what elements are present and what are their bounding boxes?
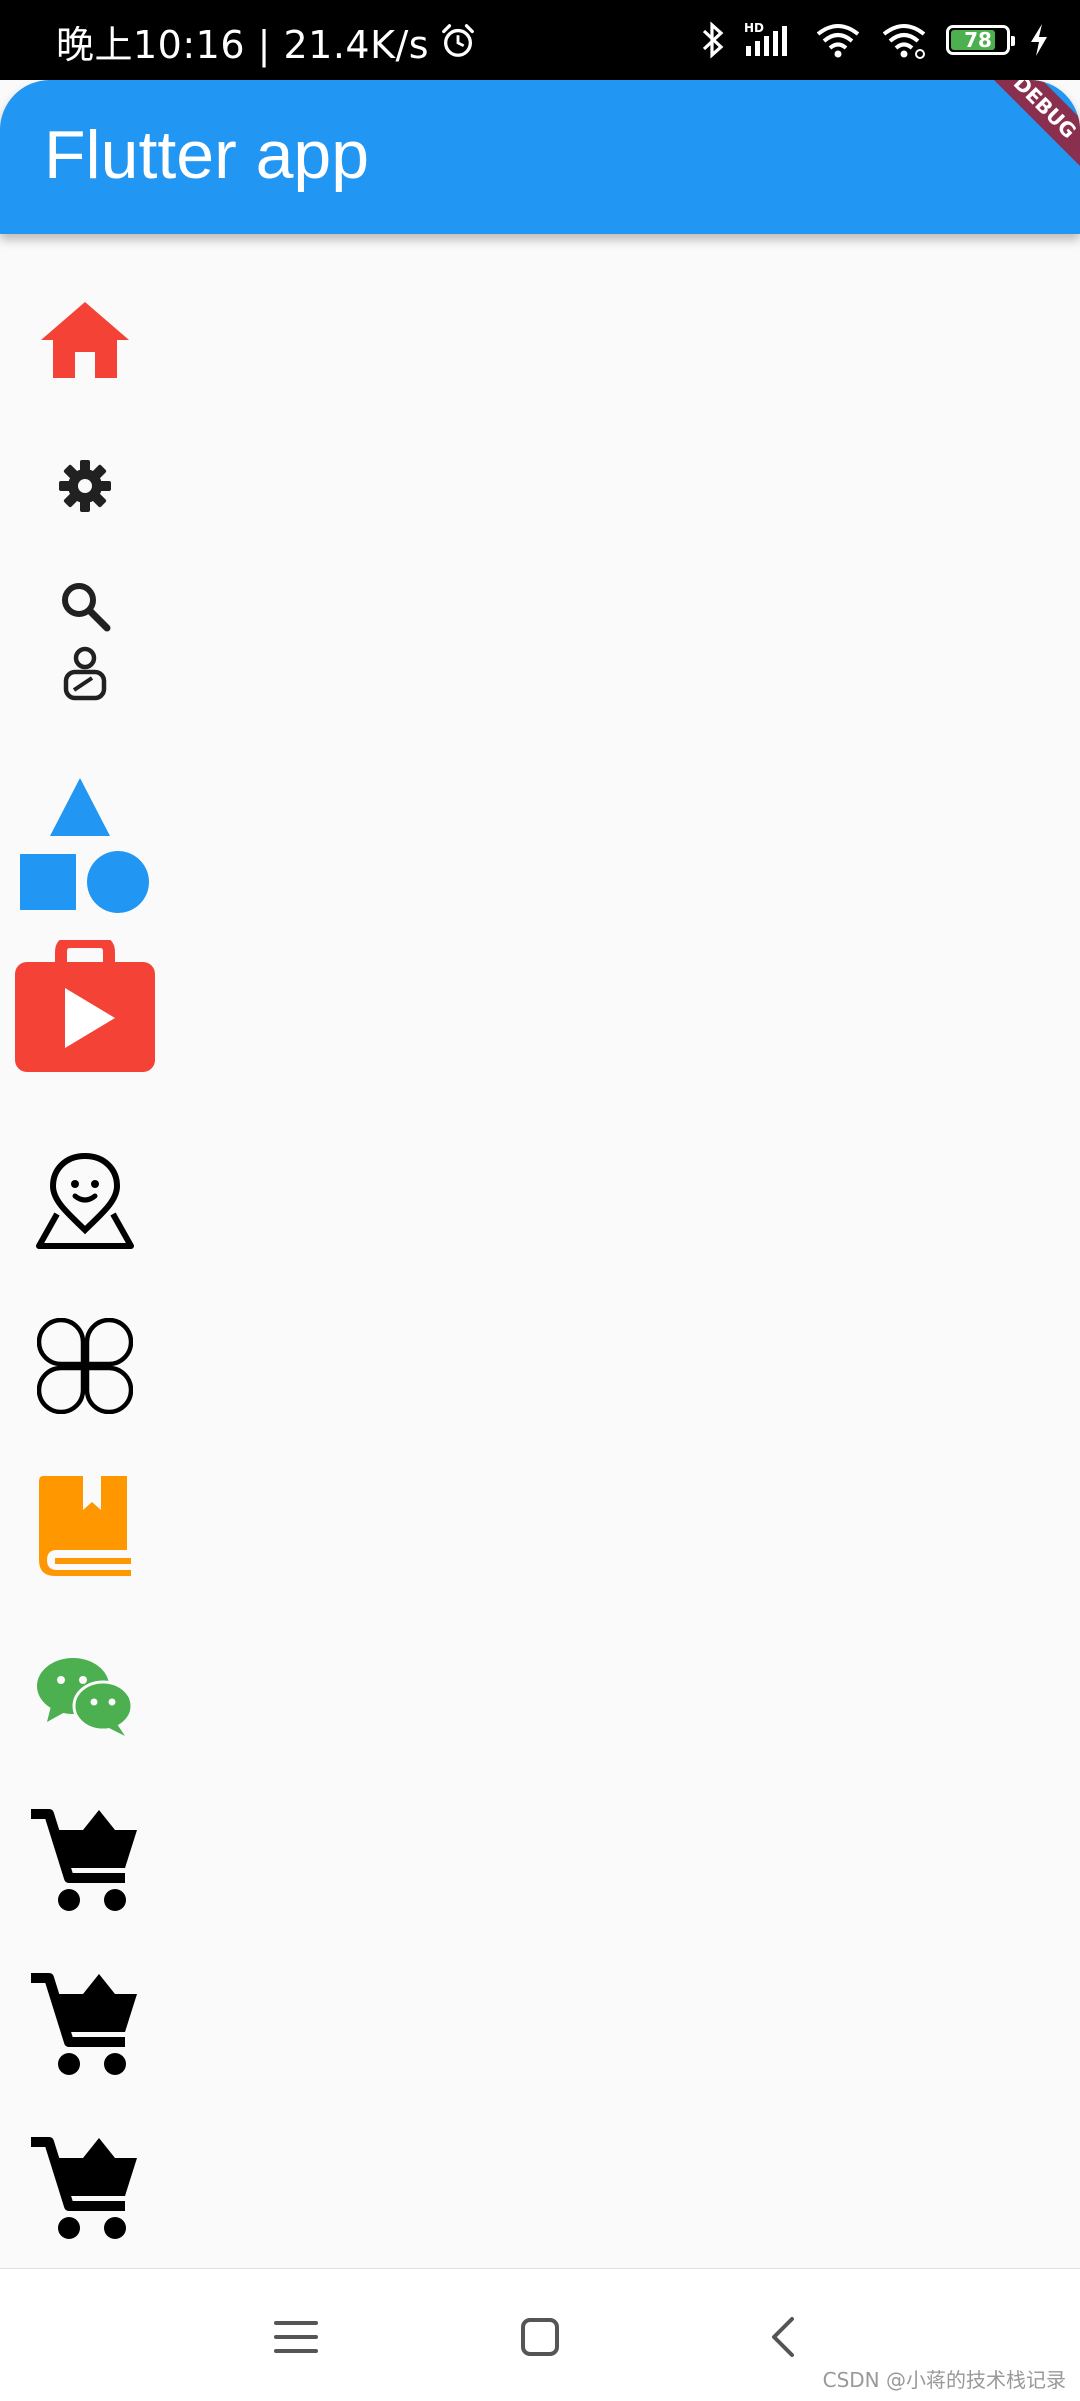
alarm-icon [442,24,475,57]
wifi-icon [816,24,860,58]
settings-icon [0,458,170,514]
person-icon [0,646,170,702]
shop-play-icon [0,940,170,1074]
wifi-link-icon [882,24,926,59]
watermark: CSDN @小蒋的技术栈记录 [822,2368,1066,2392]
shopping-cart-icon [0,1808,170,1914]
svg-text:HD: HD [744,21,764,35]
wechat-icon [0,1656,170,1736]
charging-icon [1031,24,1047,56]
menu-icon[interactable] [266,2307,326,2367]
status-time-speed: 晚上10:16 | 21.4K/s [56,22,430,67]
location-face-icon [0,1152,170,1252]
battery-icon: 78 [946,25,1015,55]
hd-signal-icon: HD [744,21,787,56]
clover-icon [0,1318,170,1414]
book-icon [0,1474,170,1578]
app-bar: Flutter app DEBUG [0,80,1080,234]
search-icon [0,580,170,632]
status-bar: 晚上10:16 | 21.4K/s HD 78 [0,0,1080,80]
app-title: Flutter app [44,117,370,193]
shapes-icon [0,776,170,914]
home-icon [0,300,170,380]
back-chevron-icon[interactable] [754,2307,814,2367]
home-square-icon[interactable] [510,2307,570,2367]
bluetooth-icon [702,21,724,59]
shopping-cart-icon [0,2136,170,2242]
system-nav-bar: CSDN @小蒋的技术栈记录 [0,2268,1080,2401]
battery-percent: 78 [964,28,992,52]
debug-banner: DEBUG [979,80,1080,173]
shopping-cart-icon [0,1972,170,2078]
